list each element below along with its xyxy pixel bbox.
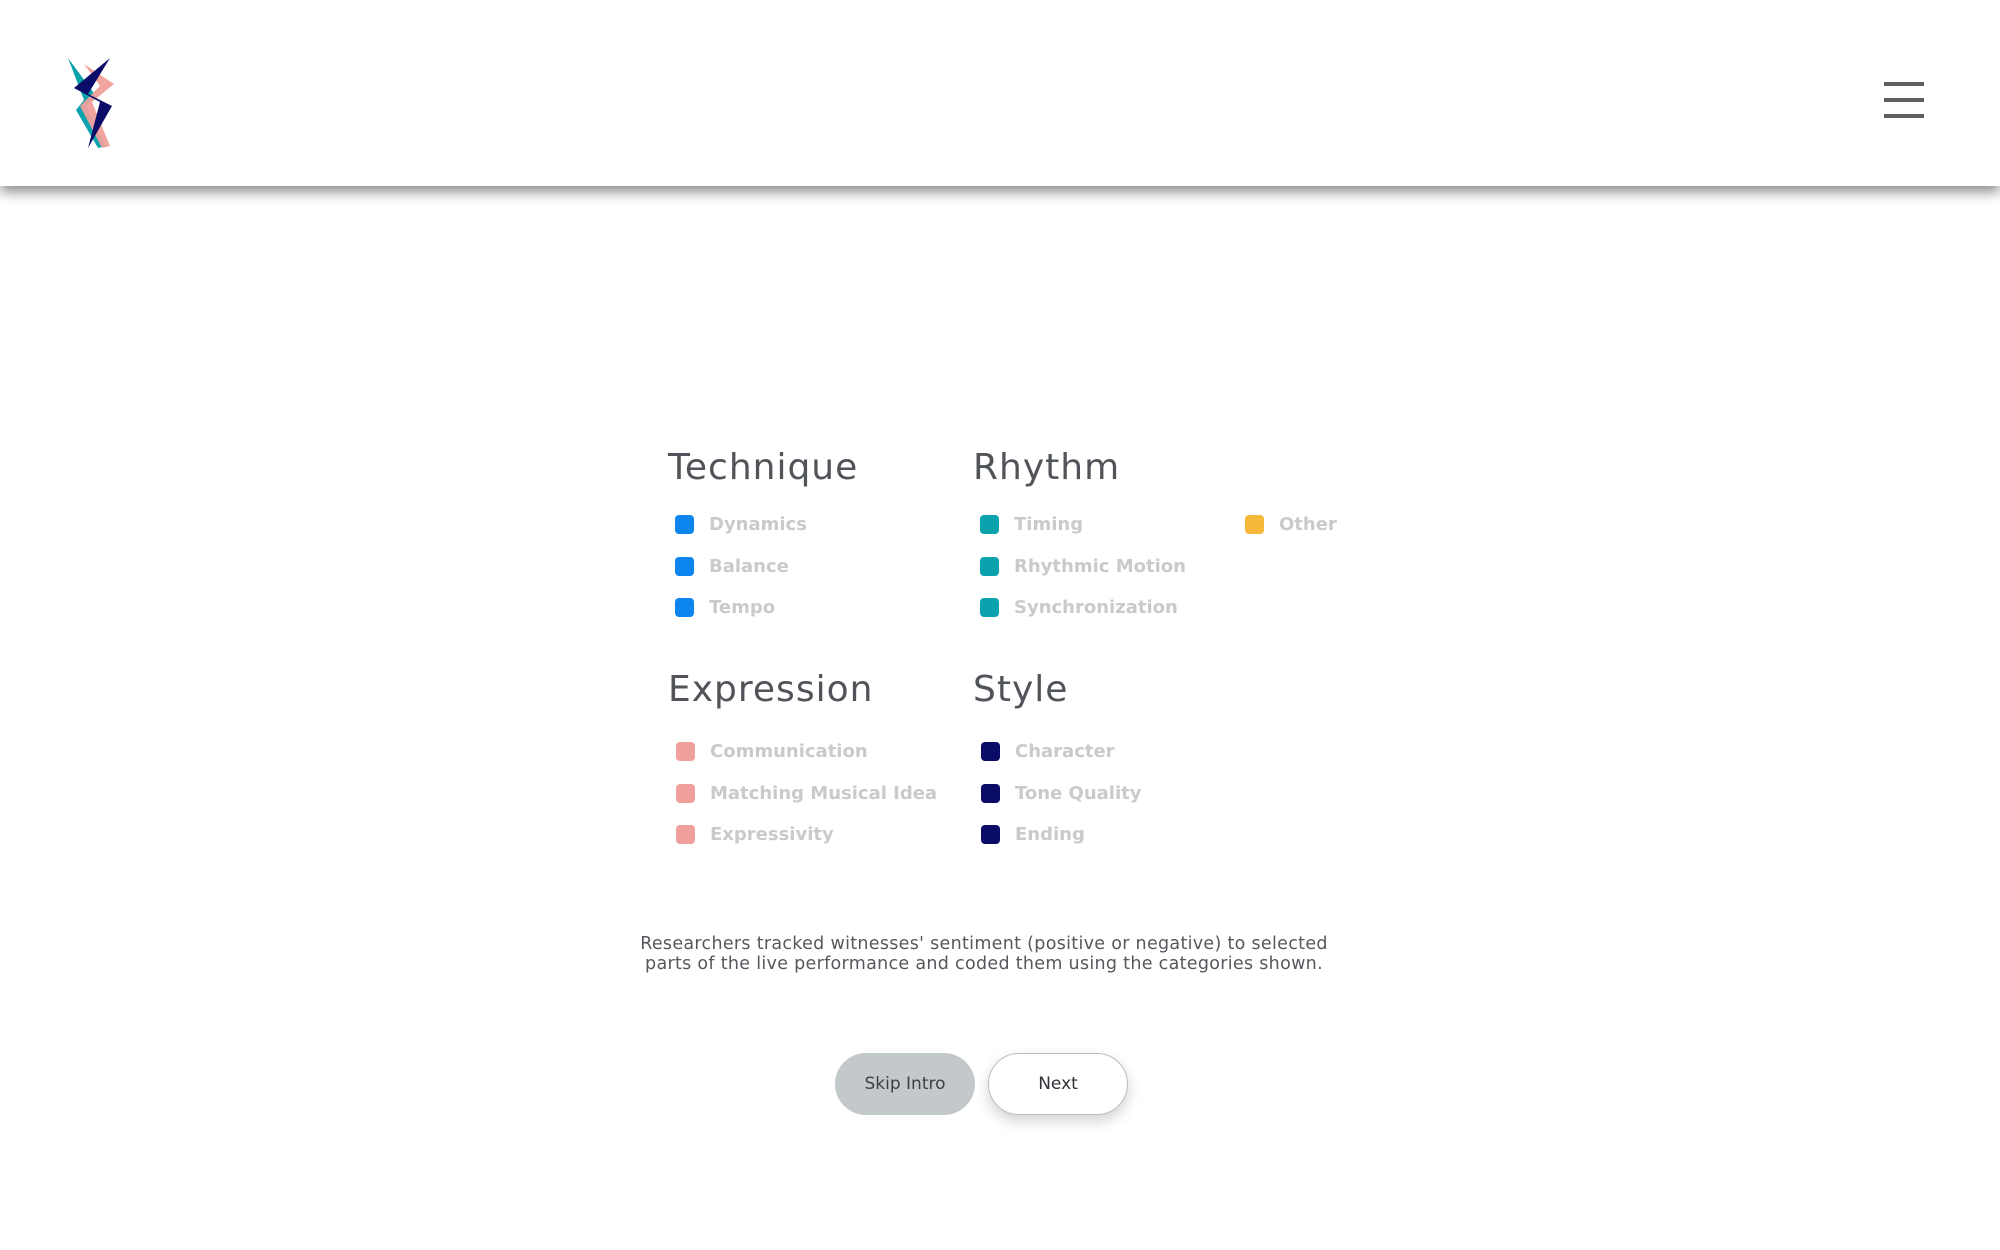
color-swatch [676, 824, 695, 844]
color-swatch [676, 783, 695, 803]
category-label: Tempo [709, 596, 776, 618]
category-tempo[interactable]: Tempo [675, 592, 775, 622]
category-matching-musical-idea[interactable]: Matching Musical Idea [676, 778, 937, 808]
hamburger-menu-icon[interactable] [1880, 78, 1926, 122]
menu-bar [1884, 114, 1924, 118]
category-label: Other [1279, 513, 1337, 535]
top-header [0, 0, 2000, 186]
color-swatch [980, 556, 999, 576]
skip-intro-button[interactable]: Skip Intro [835, 1053, 975, 1115]
category-label: Timing [1014, 513, 1084, 535]
category-label: Balance [709, 555, 789, 577]
caption-line: parts of the live performance and coded … [645, 954, 1323, 974]
category-label: Tone Quality [1015, 782, 1142, 804]
group-title-rhythm: Rhythm [973, 447, 1121, 488]
category-ending[interactable]: Ending [981, 819, 1085, 849]
color-swatch [980, 597, 999, 617]
menu-bar [1884, 98, 1924, 102]
next-button[interactable]: Next [988, 1053, 1128, 1115]
color-swatch [675, 556, 694, 576]
category-expressivity[interactable]: Expressivity [676, 819, 834, 849]
category-label: Communication [710, 740, 868, 762]
category-label: Ending [1015, 823, 1085, 845]
category-label: Dynamics [709, 513, 807, 535]
category-other[interactable]: Other [1245, 509, 1337, 539]
category-rhythmic-motion[interactable]: Rhythmic Motion [980, 551, 1186, 581]
color-swatch [675, 514, 694, 534]
category-character[interactable]: Character [981, 736, 1115, 766]
category-dynamics[interactable]: Dynamics [675, 509, 807, 539]
group-title-technique: Technique [668, 447, 859, 488]
intro-caption: Researchers tracked witnesses' sentiment… [600, 934, 1368, 974]
category-balance[interactable]: Balance [675, 551, 789, 581]
color-swatch [980, 514, 999, 534]
category-label: Rhythmic Motion [1014, 555, 1186, 577]
color-swatch [676, 741, 695, 761]
caption-line: Researchers tracked witnesses' sentiment… [640, 934, 1328, 954]
category-tone-quality[interactable]: Tone Quality [981, 778, 1141, 808]
menu-bar [1884, 82, 1924, 86]
category-label: Matching Musical Idea [710, 782, 938, 804]
category-synchronization[interactable]: Synchronization [980, 592, 1178, 622]
category-label: Character [1015, 740, 1115, 762]
category-label: Synchronization [1014, 596, 1178, 618]
color-swatch [981, 741, 1000, 761]
category-timing[interactable]: Timing [980, 509, 1083, 539]
color-swatch [675, 597, 694, 617]
group-title-style: Style [973, 669, 1069, 710]
lightning-bolt-logo-icon[interactable] [64, 54, 120, 150]
color-swatch [981, 783, 1000, 803]
category-communication[interactable]: Communication [676, 736, 868, 766]
color-swatch [981, 824, 1000, 844]
group-title-expression: Expression [668, 669, 874, 710]
category-label: Expressivity [710, 823, 834, 845]
color-swatch [1245, 514, 1264, 534]
